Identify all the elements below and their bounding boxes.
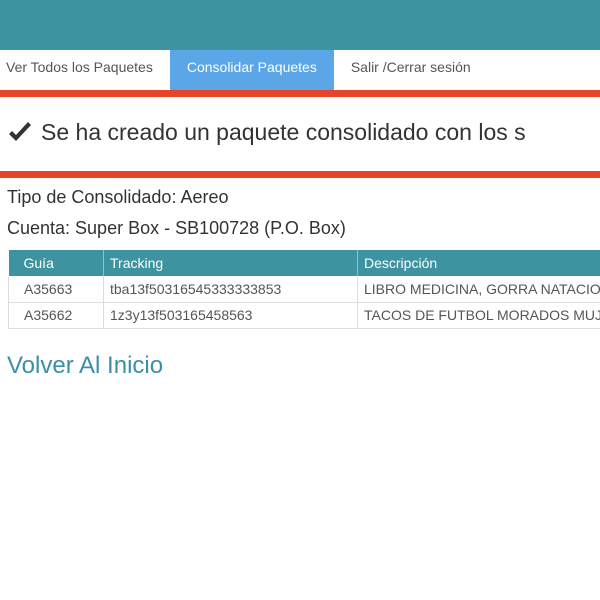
consolidation-type: Tipo de Consolidado: Aereo	[7, 187, 229, 207]
back-to-home-link[interactable]: Volver Al Inicio	[7, 352, 163, 380]
cell-descripcion: LIBRO MEDICINA, GORRA NATACIO	[357, 276, 600, 303]
cell-guia: A35662	[8, 302, 104, 329]
packages-table: Guía Tracking Descripción A35663 tba13f5…	[8, 250, 600, 329]
top-header-bar	[0, 0, 600, 50]
nav-item-ver-todos[interactable]: Ver Todos los Paquetes	[0, 50, 170, 90]
table-header-row: Guía Tracking Descripción	[8, 250, 600, 276]
alert-content: Se ha creado un paquete consolidado con …	[7, 119, 526, 146]
packages-table-wrapper: Guía Tracking Descripción A35663 tba13f5…	[8, 250, 600, 329]
alert-message: Se ha creado un paquete consolidado con …	[41, 119, 526, 145]
cell-tracking: tba13f50316545333333853	[103, 276, 358, 303]
column-header-tracking[interactable]: Tracking	[103, 250, 358, 276]
main-nav: Ver Todos los Paquetes Consolidar Paquet…	[0, 50, 600, 90]
column-header-descripcion[interactable]: Descripción	[357, 250, 600, 276]
cell-guia: A35663	[8, 276, 104, 303]
table-row: A35663 tba13f50316545333333853 LIBRO MED…	[8, 276, 600, 303]
checkmark-icon	[9, 121, 31, 141]
cell-tracking: 1z3y13f503165458563	[103, 302, 358, 329]
nav-item-consolidar[interactable]: Consolidar Paquetes	[169, 50, 334, 90]
nav-item-salir[interactable]: Salir /Cerrar sesión	[334, 50, 488, 90]
account-info: Cuenta: Super Box - SB100728 (P.O. Box)	[7, 218, 346, 238]
table-row: A35662 1z3y13f503165458563 TACOS DE FUTB…	[8, 302, 600, 329]
column-header-guia[interactable]: Guía	[8, 250, 104, 276]
success-alert: Se ha creado un paquete consolidado con …	[0, 90, 600, 178]
cell-descripcion: TACOS DE FUTBOL MORADOS MUJER	[357, 302, 600, 329]
